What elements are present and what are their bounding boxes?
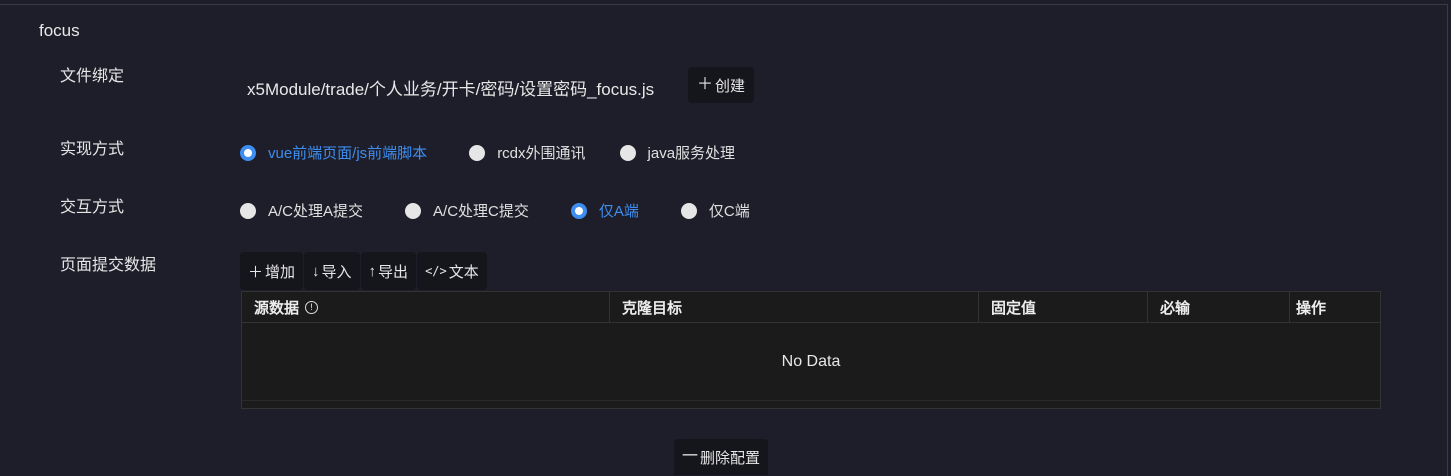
radio-dot bbox=[240, 144, 256, 161]
column-header-actions: 操作 bbox=[1290, 292, 1380, 322]
radio-dot bbox=[240, 202, 256, 219]
import-button-label: 导入 bbox=[321, 263, 352, 281]
arrow-down-icon: ↓ bbox=[312, 262, 320, 280]
delete-config-label: 删除配置 bbox=[700, 449, 761, 467]
code-icon: </> bbox=[425, 264, 447, 278]
text-button-label: 文本 bbox=[448, 263, 479, 281]
radio-label: rcdx外围通讯 bbox=[497, 145, 586, 162]
file-binding-label: 文件绑定 bbox=[60, 68, 125, 85]
delete-config-button[interactable]: 一 删除配置 bbox=[674, 439, 768, 475]
radio-label: A/C处理A提交 bbox=[268, 203, 364, 220]
interaction-radio-group: A/C处理A提交 A/C处理C提交 仅A端 仅C端 bbox=[240, 200, 750, 221]
submit-data-toolbar: ＋ 增加 ↓ 导入 ↑ 导出 </> 文本 bbox=[240, 252, 488, 290]
radio-label: java服务处理 bbox=[647, 145, 736, 162]
radio-dot bbox=[405, 202, 422, 219]
add-button-label: 增加 bbox=[265, 263, 296, 281]
plus-icon: ＋ bbox=[248, 263, 264, 281]
column-header-required: 必输 bbox=[1148, 292, 1290, 322]
export-button-label: 导出 bbox=[378, 263, 409, 281]
implementation-radio-group: vue前端页面/js前端脚本 rcdx外围通讯 java服务处理 bbox=[240, 142, 735, 163]
submit-data-table: 源数据 ! 克隆目标 固定值 必输 操作 No Data bbox=[241, 291, 1381, 409]
interaction-label: 交互方式 bbox=[60, 199, 125, 216]
create-button[interactable]: ＋ 创建 bbox=[688, 67, 754, 103]
text-button[interactable]: </> 文本 bbox=[417, 252, 487, 290]
radio-ac-a-submit[interactable]: A/C处理A提交 bbox=[240, 200, 363, 221]
submit-data-label: 页面提交数据 bbox=[60, 257, 157, 274]
plus-icon: ＋ bbox=[696, 76, 713, 93]
config-panel: focus 文件绑定 x5Module/trade/个人业务/开卡/密码/设置密… bbox=[0, 4, 1448, 476]
file-path: x5Module/trade/个人业务/开卡/密码/设置密码_focus.js bbox=[247, 80, 655, 99]
arrow-up-icon: ↑ bbox=[368, 262, 377, 280]
add-button[interactable]: ＋ 增加 bbox=[240, 252, 304, 290]
table-empty-state: No Data bbox=[242, 323, 1380, 401]
column-header-label: 必输 bbox=[1160, 299, 1191, 317]
radio-java[interactable]: java服务处理 bbox=[619, 142, 736, 163]
minus-icon: 一 bbox=[681, 448, 698, 465]
table-header: 源数据 ! 克隆目标 固定值 必输 操作 bbox=[242, 292, 1380, 323]
radio-ac-c-submit[interactable]: A/C处理C提交 bbox=[405, 200, 529, 221]
info-icon[interactable]: ! bbox=[305, 300, 319, 314]
create-button-label: 创建 bbox=[715, 77, 746, 95]
radio-label: A/C处理C提交 bbox=[433, 203, 529, 220]
radio-label: 仅A端 bbox=[598, 203, 639, 220]
column-header-label: 固定值 bbox=[991, 299, 1037, 317]
radio-vue-frontend[interactable]: vue前端页面/js前端脚本 bbox=[240, 142, 427, 163]
radio-a-only[interactable]: 仅A端 bbox=[570, 200, 639, 221]
column-header-source: 源数据 ! bbox=[242, 292, 610, 322]
column-header-label: 操作 bbox=[1296, 299, 1327, 317]
column-header-fixed-value: 固定值 bbox=[979, 292, 1148, 322]
column-header-label: 源数据 bbox=[254, 299, 300, 317]
radio-dot bbox=[680, 202, 697, 219]
radio-label: 仅C端 bbox=[708, 203, 750, 220]
import-button[interactable]: ↓ 导入 bbox=[304, 252, 360, 290]
radio-dot bbox=[570, 202, 587, 219]
implementation-label: 实现方式 bbox=[60, 141, 125, 158]
export-button[interactable]: ↑ 导出 bbox=[360, 252, 417, 290]
radio-dot bbox=[469, 144, 486, 161]
column-header-label: 克隆目标 bbox=[622, 299, 683, 317]
section-title: focus bbox=[39, 21, 80, 40]
radio-dot bbox=[619, 144, 636, 161]
radio-c-only[interactable]: 仅C端 bbox=[680, 200, 750, 221]
radio-rcdx[interactable]: rcdx外围通讯 bbox=[469, 142, 586, 163]
radio-label: vue前端页面/js前端脚本 bbox=[268, 145, 428, 162]
column-header-clone-target: 克隆目标 bbox=[610, 292, 979, 322]
